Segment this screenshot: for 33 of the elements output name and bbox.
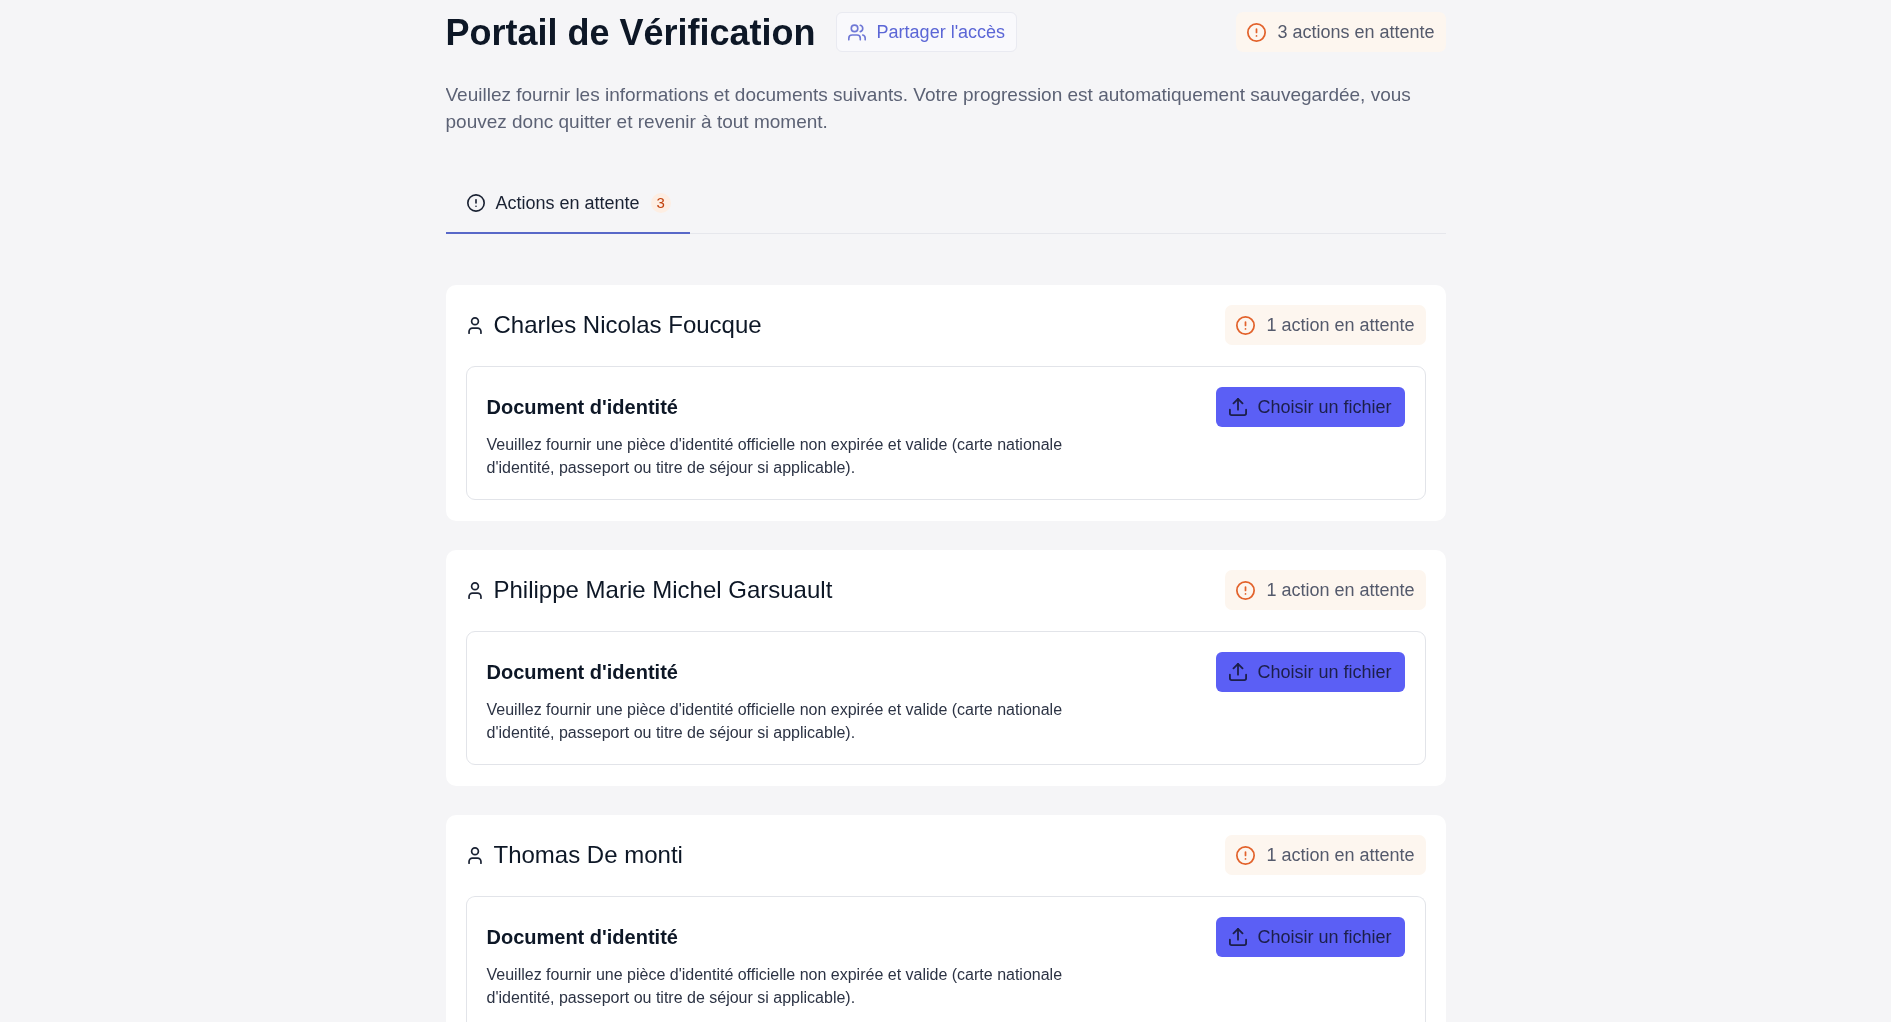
users-icon: [847, 23, 866, 41]
pending-label: 1 action en attente: [1266, 843, 1415, 867]
upload-button[interactable]: Choisir un fichier: [1216, 387, 1405, 427]
request-title: Document d'identité: [486, 395, 679, 420]
person-name: Thomas De monti: [493, 840, 683, 870]
upload-icon: [1229, 928, 1248, 946]
tab[interactable]: Actions en attente 3: [445, 172, 690, 234]
request-title: Document d'identité: [486, 660, 679, 685]
request-description: Veuillez fournir une pièce d'identité officielle non expirée et valide (carte nationale d'identité, passeport ou titre de séjour si applicable).: [486, 700, 1064, 743]
person-name: Charles Nicolas Foucque: [493, 310, 762, 340]
user-icon: [467, 846, 482, 864]
alert-circle-icon: [1236, 580, 1256, 600]
alert-circle-icon: [466, 194, 485, 212]
user-icon: [467, 316, 482, 334]
share-access-button[interactable]: Partager l'accès: [835, 12, 1018, 52]
alert-circle-icon: [1247, 22, 1267, 42]
alert-circle-icon: [1236, 315, 1256, 335]
tab-count: 3: [650, 193, 671, 213]
pending-label: 1 action en attente: [1266, 578, 1415, 602]
upload-icon: [1229, 398, 1248, 416]
request-description: Veuillez fournir une pièce d'identité officielle non expirée et valide (carte nationale d'identité, passeport ou titre de séjour si applicable).: [486, 965, 1064, 1008]
pending-label: 3 actions en attente: [1277, 20, 1435, 44]
request-description: Veuillez fournir une pièce d'identité officielle non expirée et valide (carte nationale d'identité, passeport ou titre de séjour si applicable).: [486, 435, 1064, 478]
request-title: Document d'identité: [486, 925, 679, 950]
page-title: Portail de Vérification: [445, 12, 816, 52]
person-name: Philippe Marie Michel Garsuault: [493, 575, 833, 605]
pending-label: 1 action en attente: [1266, 313, 1415, 337]
intro-text: Veuillez fournir les informations et documents suivants. Votre progression est automatiquement sauvegardée, vous pouvez donc quitter et revenir à tout moment.: [445, 83, 1412, 134]
user-icon: [467, 581, 482, 599]
alert-circle-icon: [1236, 845, 1256, 865]
upload-button[interactable]: Choisir un fichier: [1216, 917, 1405, 957]
upload-button[interactable]: Choisir un fichier: [1216, 652, 1405, 692]
upload-icon: [1229, 663, 1248, 681]
